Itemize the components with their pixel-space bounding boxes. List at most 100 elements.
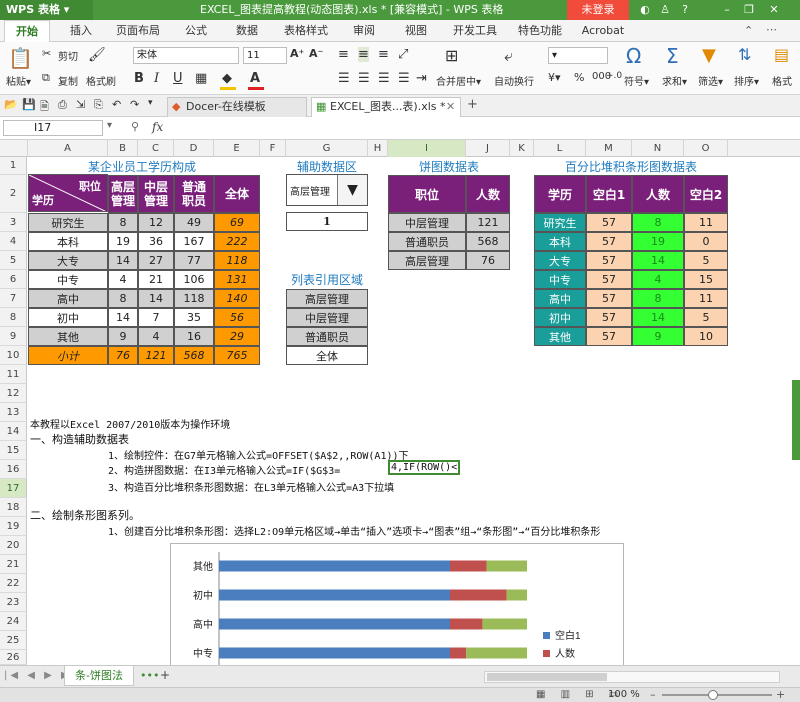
bar-table-cell[interactable]: 57 bbox=[586, 270, 632, 289]
row-header[interactable]: 11 bbox=[0, 365, 27, 384]
row-header[interactable]: 20 bbox=[0, 536, 27, 555]
table1-cell[interactable]: 56 bbox=[214, 308, 260, 327]
bar-table-label[interactable]: 大专 bbox=[534, 251, 586, 270]
font-grow-icon[interactable]: A⁺ bbox=[290, 47, 304, 60]
customize-icon[interactable]: ▾ bbox=[148, 98, 153, 108]
menu-developer[interactable]: 开发工具 bbox=[446, 20, 504, 42]
col-header[interactable]: K bbox=[510, 140, 534, 157]
menu-table-style[interactable]: 表格样式 bbox=[276, 20, 336, 42]
table1-total-cell[interactable]: 121 bbox=[138, 346, 174, 365]
pie-table-label[interactable]: 普通职员 bbox=[388, 232, 466, 251]
table1-cell[interactable]: 49 bbox=[174, 213, 214, 232]
italic-icon[interactable]: I bbox=[154, 71, 159, 86]
row-header[interactable]: 7 bbox=[0, 289, 27, 308]
col-header[interactable]: J bbox=[466, 140, 510, 157]
table1-total-cell[interactable]: 765 bbox=[214, 346, 260, 365]
helper-list-item[interactable]: 全体 bbox=[286, 346, 368, 365]
sheet-tab[interactable]: 条-饼图法 bbox=[64, 666, 134, 686]
table1-total-cell[interactable]: 小计 bbox=[28, 346, 108, 365]
align-left-icon[interactable]: ☰ bbox=[338, 71, 350, 86]
menu-insert[interactable]: 插入 bbox=[58, 20, 104, 42]
col-header[interactable]: D bbox=[174, 140, 214, 157]
bar-table-cell[interactable]: 57 bbox=[586, 289, 632, 308]
bar-table-cell[interactable]: 0 bbox=[684, 232, 728, 251]
pie-table-value[interactable]: 76 bbox=[466, 251, 510, 270]
table1-row-label[interactable]: 初中 bbox=[28, 308, 108, 327]
bar-table-cell[interactable]: 14 bbox=[632, 251, 684, 270]
fx-icon[interactable]: fx bbox=[152, 120, 163, 134]
col-header[interactable]: M bbox=[586, 140, 632, 157]
format-painter-button[interactable]: 格式刷 bbox=[86, 73, 116, 88]
new-tab-icon[interactable]: + bbox=[467, 97, 478, 112]
row-header[interactable]: 1 bbox=[0, 157, 27, 175]
row-header[interactable]: 17 bbox=[0, 479, 27, 498]
auto-wrap-button[interactable]: 自动换行 bbox=[494, 73, 534, 88]
bar-table-label[interactable]: 高中 bbox=[534, 289, 586, 308]
row-header[interactable]: 9 bbox=[0, 327, 27, 346]
more-sheets-icon[interactable]: ••• bbox=[140, 669, 159, 682]
currency-icon[interactable]: ¥▾ bbox=[548, 71, 561, 84]
row-header[interactable]: 12 bbox=[0, 384, 27, 403]
col-header[interactable]: G bbox=[286, 140, 368, 157]
bar-table-cell[interactable]: 19 bbox=[632, 232, 684, 251]
table1-cell[interactable]: 12 bbox=[138, 213, 174, 232]
table1-total-cell[interactable]: 76 bbox=[108, 346, 138, 365]
cut-button[interactable]: 剪切 bbox=[58, 48, 78, 63]
table1-cell[interactable]: 36 bbox=[138, 232, 174, 251]
bar-table-label[interactable]: 其他 bbox=[534, 327, 586, 346]
row-header[interactable]: 8 bbox=[0, 308, 27, 327]
orientation-icon[interactable]: ⤢ bbox=[398, 47, 408, 62]
menu-home[interactable]: 开始 bbox=[4, 20, 50, 43]
bold-icon[interactable]: B bbox=[134, 71, 144, 86]
align-middle-icon[interactable]: ≡ bbox=[358, 47, 369, 62]
table1-row-label[interactable]: 中专 bbox=[28, 270, 108, 289]
zoom-formula-icon[interactable]: ⚲ bbox=[131, 120, 139, 133]
bar-table-cell[interactable]: 8 bbox=[632, 213, 684, 232]
select-all-corner[interactable] bbox=[0, 140, 28, 157]
bar-table-cell[interactable]: 15 bbox=[684, 270, 728, 289]
table1-row-label[interactable]: 其他 bbox=[28, 327, 108, 346]
worksheet-grid[interactable]: 某企业员工学历构成 职位 学历 高层 管理 中层 管理 普通 职员 全体 研究生 8 12 4… bbox=[28, 157, 788, 665]
bar-table-label[interactable]: 中专 bbox=[534, 270, 586, 289]
position-dropdown[interactable]: 高层管理 ▼ bbox=[286, 174, 368, 206]
bar-table-cell[interactable]: 10 bbox=[684, 327, 728, 346]
bar-table-cell[interactable]: 9 bbox=[632, 327, 684, 346]
row-header[interactable]: 5 bbox=[0, 251, 27, 270]
name-box[interactable]: I17 bbox=[3, 120, 103, 136]
open-icon[interactable]: 📂 bbox=[4, 98, 18, 111]
row-header[interactable]: 24 bbox=[0, 612, 27, 631]
table1-cell[interactable]: 16 bbox=[174, 327, 214, 346]
border-icon[interactable]: ▦ bbox=[195, 71, 207, 86]
save-icon[interactable]: 💾 bbox=[22, 98, 36, 111]
helper-list-item[interactable]: 高层管理 bbox=[286, 289, 368, 308]
pie-table-value[interactable]: 121 bbox=[466, 213, 510, 232]
paste-quick-icon[interactable]: ⎘ bbox=[94, 98, 103, 112]
zoom-out-icon[interactable]: – bbox=[650, 688, 656, 701]
row-header[interactable]: 16 bbox=[0, 460, 27, 479]
bar-table-cell[interactable]: 11 bbox=[684, 213, 728, 232]
table1-cell[interactable]: 8 bbox=[108, 213, 138, 232]
table1-cell[interactable]: 35 bbox=[174, 308, 214, 327]
row-header[interactable]: 6 bbox=[0, 270, 27, 289]
row-header[interactable]: 26 bbox=[0, 650, 27, 665]
copy-button[interactable]: 复制 bbox=[58, 73, 78, 88]
col-header[interactable]: A bbox=[28, 140, 108, 157]
sort-button[interactable]: 排序▾ bbox=[734, 73, 759, 88]
col-header[interactable]: F bbox=[260, 140, 286, 157]
format-button[interactable]: 格式 bbox=[772, 73, 792, 88]
row-header[interactable]: 13 bbox=[0, 403, 27, 422]
font-color-icon[interactable]: A bbox=[250, 71, 260, 86]
menu-acrobat[interactable]: Acrobat bbox=[578, 20, 628, 42]
indent-icon[interactable]: ⇥ bbox=[416, 71, 427, 86]
justify-icon[interactable]: ☰ bbox=[398, 71, 410, 86]
fill-color-icon[interactable]: ◆ bbox=[222, 71, 232, 86]
paste-button[interactable]: 粘贴▾ bbox=[6, 73, 31, 88]
table1-row-label[interactable]: 高中 bbox=[28, 289, 108, 308]
table1-cell[interactable]: 14 bbox=[108, 308, 138, 327]
bar-table-cell[interactable]: 11 bbox=[684, 289, 728, 308]
print-icon[interactable]: ⎙ bbox=[58, 98, 67, 112]
close-icon[interactable]: ✕ bbox=[765, 2, 783, 18]
bar-table-cell[interactable]: 57 bbox=[586, 308, 632, 327]
col-header[interactable]: C bbox=[138, 140, 174, 157]
symbol-button[interactable]: 符号▾ bbox=[624, 73, 649, 88]
